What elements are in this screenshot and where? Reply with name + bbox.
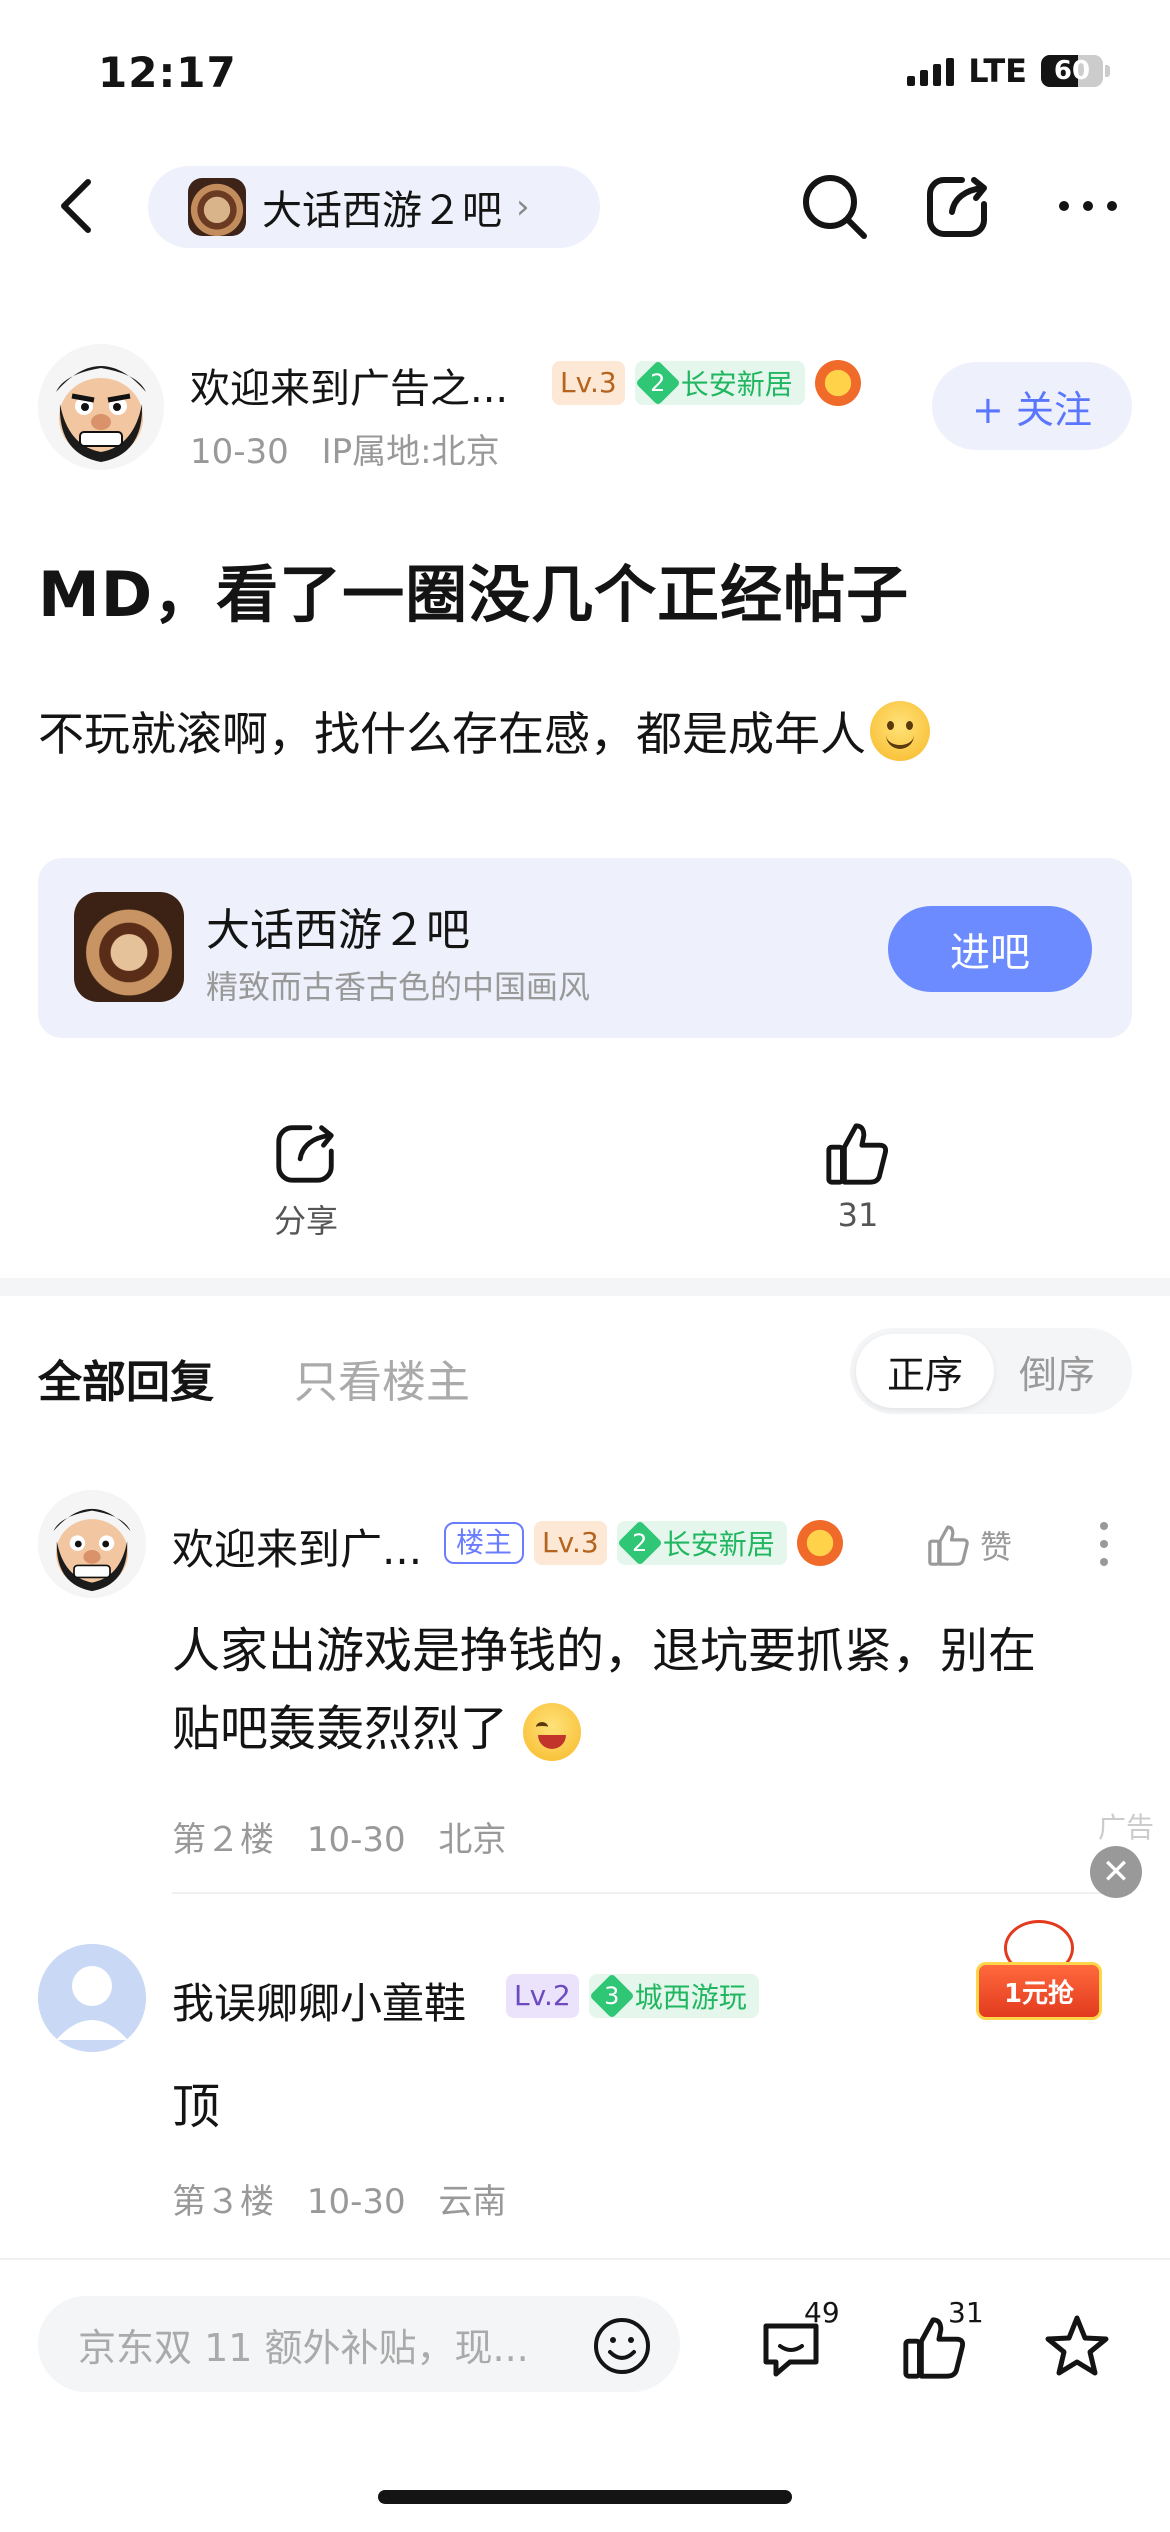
reply-content-line: 人家出游戏是挣钱的，退坑要抓紧，别在 (172, 1623, 1037, 1679)
post-meta: 10-30 IP属地:北京 (190, 424, 500, 473)
badge-title: 城西游玩 (634, 1981, 747, 2014)
tab-op-only[interactable]: 只看楼主 (294, 1346, 470, 1410)
network-type: LTE (968, 52, 1027, 90)
share-icon[interactable] (922, 170, 994, 242)
share-action[interactable]: 分享 (226, 1118, 386, 1242)
smile-emoji-icon (870, 701, 930, 761)
like-action[interactable]: 31 (778, 1118, 938, 1234)
reply-location: 北京 (438, 1820, 507, 1860)
status-indicators: LTE 60 (907, 52, 1110, 90)
home-indicator (378, 2490, 792, 2504)
gem-icon: 3 (589, 1974, 635, 2018)
level-badge: Lv.2 (506, 1974, 579, 2018)
reply-content: 人家出游戏是挣钱的，退坑要抓紧，别在 贴吧轰轰烈烈了 (172, 1612, 1036, 1768)
forum-card-name: 大话西游２吧 (206, 905, 470, 956)
reply-meta: 第２楼 10-30 北京 (172, 1812, 506, 1861)
reply-divider (172, 1892, 1132, 1894)
ad-promo: 1元抢 (976, 1962, 1102, 2020)
post-date: 10-30 (190, 432, 289, 472)
op-tag: 楼主 (444, 1522, 525, 1564)
badge-title: 长安新居 (662, 1528, 775, 1561)
title-badge: 2 长安新居 (634, 361, 805, 405)
author-name[interactable]: 欢迎来到广告之... (190, 356, 508, 414)
like-label: 赞 (980, 1528, 1013, 1566)
author-badges: Lv.3 2 长安新居 (552, 360, 861, 406)
post-body-text: 不玩就滚啊，找什么存在感，都是成年人 (38, 707, 866, 761)
ad-close-button[interactable]: ✕ (1090, 1846, 1142, 1898)
sort-asc-button[interactable]: 正序 (856, 1334, 994, 1408)
game-icon (796, 1520, 843, 1566)
reply-content: 顶 (172, 2079, 221, 2135)
author-avatar[interactable] (38, 344, 164, 470)
reply-date: 10-30 (306, 2182, 406, 2222)
reply-avatar[interactable] (38, 1490, 146, 1598)
star-icon[interactable] (1042, 2312, 1112, 2382)
game-icon (814, 360, 861, 406)
floor-number: 第２楼 (172, 1820, 274, 1860)
comment-input-placeholder: 京东双 11 额外补贴，现... (78, 2325, 529, 2370)
title-badge: 3 城西游玩 (588, 1974, 759, 2018)
ad-label: 广告 (1097, 1811, 1154, 1844)
title-badge: 2 长安新居 (616, 1521, 787, 1565)
reply-date: 10-30 (306, 1820, 406, 1860)
reply-location: 云南 (438, 2182, 507, 2222)
gem-icon: 2 (635, 361, 681, 405)
reply-meta: 第３楼 10-30 云南 (172, 2174, 506, 2223)
gem-icon: 2 (617, 1521, 663, 1565)
battery-icon: 60 (1041, 55, 1103, 87)
share-label: 分享 (273, 1202, 338, 1240)
reply-badges: Lv.2 3 城西游玩 (506, 1974, 759, 2018)
level-badge: Lv.3 (534, 1521, 607, 1565)
like-count: 31 (948, 2296, 984, 2329)
forum-name: 大话西游２吧 (262, 188, 502, 234)
comment-count: 49 (804, 2296, 840, 2329)
floor-number: 第３楼 (172, 2182, 274, 2222)
back-arrow-icon[interactable] (54, 176, 98, 236)
battery-level: 60 (1053, 56, 1091, 86)
sort-desc-button[interactable]: 倒序 (988, 1334, 1126, 1408)
follow-button[interactable]: + 关注 (932, 362, 1132, 450)
reply-like-button[interactable]: 赞 (926, 1522, 1012, 1568)
like-count: 31 (837, 1196, 879, 1234)
share-icon (276, 1125, 334, 1183)
level-badge: Lv.3 (552, 361, 625, 405)
thumbs-up-icon (928, 1525, 969, 1566)
thumbs-up-icon (826, 1123, 889, 1185)
reply-badges: 楼主 Lv.3 2 长安新居 (444, 1520, 843, 1566)
ad-banner[interactable]: 1元抢 (962, 1920, 1112, 2030)
signal-icon (907, 56, 955, 86)
status-time: 12:17 (98, 48, 237, 97)
post-title: MD，看了一圈没几个正经帖子 (38, 558, 910, 631)
enter-forum-button[interactable]: 进吧 (888, 906, 1092, 992)
reply-author[interactable]: 我误卿卿小童鞋 (172, 1970, 466, 2031)
comment-input[interactable]: 京东双 11 额外补贴，现... (38, 2296, 680, 2392)
forum-card-avatar (74, 892, 184, 1002)
post-ip: IP属地:北京 (321, 432, 500, 472)
badge-title: 长安新居 (680, 368, 793, 401)
post-body: 不玩就滚啊，找什么存在感，都是成年人 (38, 698, 930, 764)
reply-avatar[interactable] (38, 1944, 146, 2052)
tab-all-replies[interactable]: 全部回复 (38, 1346, 214, 1410)
reply-more-icon[interactable] (1100, 1522, 1110, 1576)
forum-card-desc: 精致而古香古色的中国画风 (206, 968, 591, 1006)
section-divider (0, 1278, 1170, 1296)
reply-author[interactable]: 欢迎来到广... (172, 1516, 422, 1577)
search-icon[interactable] (798, 170, 870, 242)
emoji-icon[interactable] (592, 2316, 652, 2376)
sort-toggle: 正序 倒序 (850, 1328, 1132, 1414)
laugh-emoji-icon (523, 1703, 582, 1761)
chevron-right-icon: › (516, 187, 530, 227)
forum-card[interactable]: 大话西游２吧 精致而古香古色的中国画风 进吧 (38, 858, 1132, 1038)
more-icon[interactable] (1052, 170, 1124, 242)
forum-avatar (188, 178, 246, 236)
reply-content-line-2: 贴吧轰轰烈烈了 (172, 1690, 1036, 1768)
forum-title-pill[interactable]: 大话西游２吧 › (148, 166, 600, 248)
